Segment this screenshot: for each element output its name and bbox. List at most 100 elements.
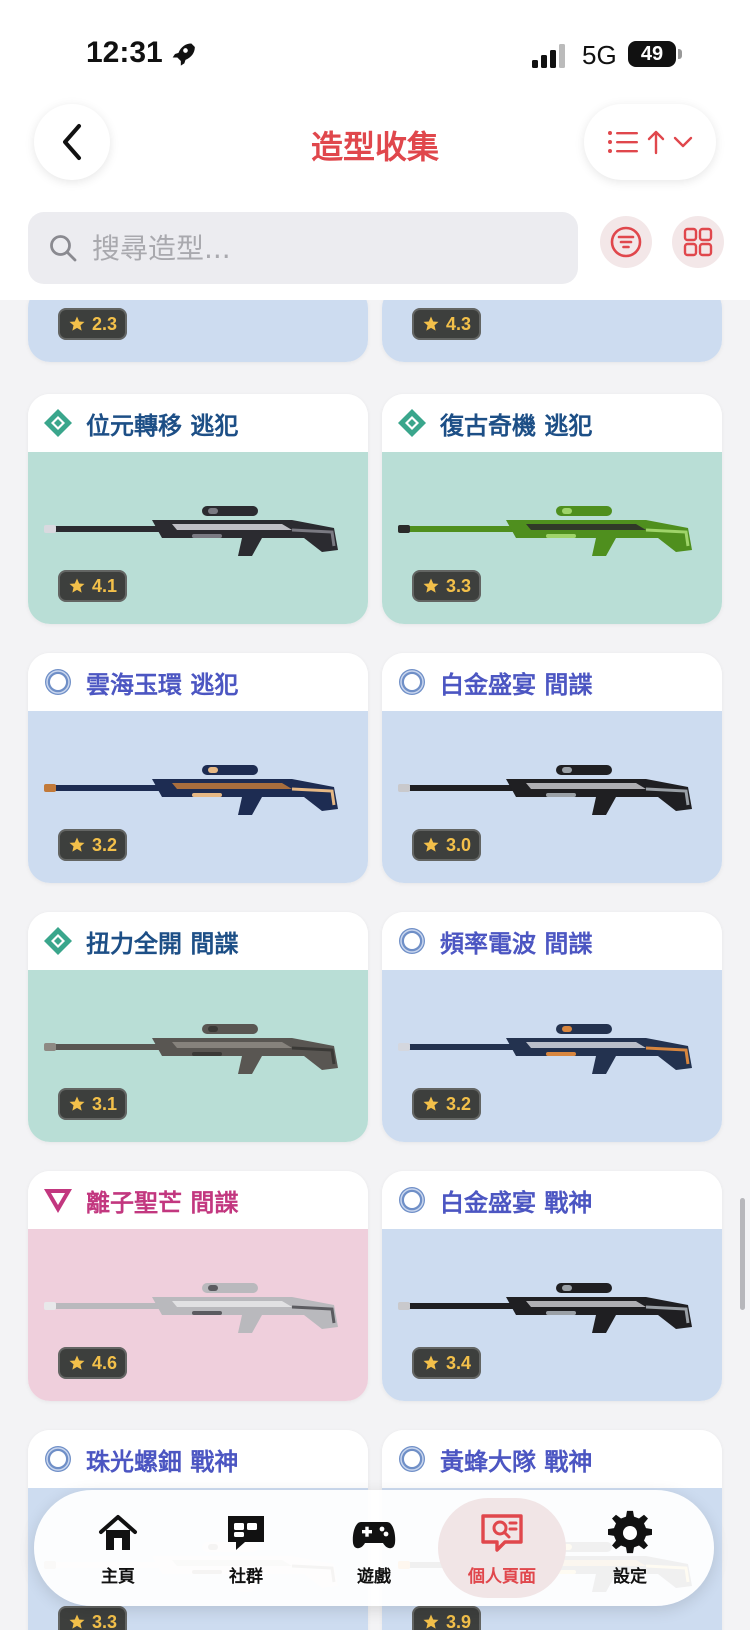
bottom-nav: 主頁 社群 遊戲 個人頁面 設定 <box>34 1490 714 1606</box>
weapon-image <box>44 506 338 556</box>
skin-name: 珠光螺鈿 戰神 <box>86 1447 239 1476</box>
chat-icon <box>228 1515 264 1550</box>
star-icon <box>423 1355 439 1370</box>
battery-tip <box>678 49 682 59</box>
filter-button[interactable] <box>600 216 652 268</box>
rating-badge: 3.9 <box>412 1606 482 1630</box>
star-icon <box>69 1355 85 1370</box>
rating-value: 4.1 <box>92 575 118 596</box>
star-icon <box>423 1614 439 1629</box>
card-image-area: 3.4 <box>382 1229 722 1401</box>
weapon-image <box>44 1024 338 1074</box>
gear-icon <box>608 1510 652 1553</box>
weapon-image <box>398 1024 692 1074</box>
card-header: 雲海玉環 逃犯 <box>28 653 368 711</box>
teal-diamond-icon <box>44 409 72 437</box>
status-time: 12:31 <box>86 36 163 69</box>
rating-value: 3.0 <box>446 834 472 855</box>
card-image-area: 3.2 <box>382 970 722 1142</box>
skin-card[interactable]: 離子聖芒 間諜 4.6 <box>28 1171 368 1401</box>
card-header: 復古奇機 逃犯 <box>382 394 722 452</box>
filter-icon <box>610 226 642 258</box>
card-header: 離子聖芒 間諜 <box>28 1171 368 1229</box>
rating-value: 3.1 <box>92 1093 118 1114</box>
nav-item-gear[interactable]: 設定 <box>566 1498 694 1598</box>
star-icon <box>69 316 85 331</box>
signal-icon <box>532 44 565 68</box>
nav-label: 主頁 <box>101 1566 135 1587</box>
card-header: 頻率電波 間諜 <box>382 912 722 970</box>
skin-name: 扭力全開 間諜 <box>86 929 239 958</box>
rating-badge: 4.1 <box>58 570 128 602</box>
sort-button[interactable] <box>584 104 716 180</box>
card-header: 白金盛宴 間諜 <box>382 653 722 711</box>
weapon-image <box>398 506 692 556</box>
star-icon <box>69 1614 85 1629</box>
skin-card[interactable]: 頻率電波 間諜 3.2 <box>382 912 722 1142</box>
skin-name: 雲海玉環 逃犯 <box>86 670 239 699</box>
weapon-image <box>44 765 338 815</box>
rating-badge: 4.3 <box>412 308 482 340</box>
card-image-area: 3.3 <box>382 452 722 624</box>
rating-badge: 3.1 <box>58 1088 128 1120</box>
skin-name: 離子聖芒 間諜 <box>86 1188 239 1217</box>
rating-badge: 3.4 <box>412 1347 482 1379</box>
page-header: 造型收集 <box>0 100 750 300</box>
list-icon <box>608 131 638 153</box>
star-icon <box>423 837 439 852</box>
rating-value: 3.2 <box>92 834 118 855</box>
nav-item-profile-search[interactable]: 個人頁面 <box>438 1498 566 1598</box>
rating-value: 4.6 <box>92 1352 118 1373</box>
card-image-area: 3.2 <box>28 711 368 883</box>
nav-item-gamepad[interactable]: 遊戲 <box>310 1498 438 1598</box>
grid-icon <box>683 227 713 257</box>
rating-badge: 3.2 <box>58 829 128 861</box>
skin-grid[interactable]: 2.3 4.3 位元轉移 逃犯 4.1 復古奇機 逃犯 3.3 雲海玉環 逃犯 3.2 白金盛宴… <box>0 300 750 1630</box>
rating-badge: 4.6 <box>58 1347 128 1379</box>
rating-badge: 3.0 <box>412 829 482 861</box>
star-icon <box>423 316 439 331</box>
teal-diamond-icon <box>398 409 426 437</box>
search-icon <box>50 235 77 262</box>
rating-value: 3.3 <box>446 575 472 596</box>
nav-label: 設定 <box>613 1566 647 1587</box>
weapon-image <box>44 1283 338 1333</box>
star-icon <box>69 578 85 593</box>
card-image-area: 2.3 <box>28 300 368 362</box>
card-header: 珠光螺鈿 戰神 <box>28 1430 368 1488</box>
skin-name: 白金盛宴 間諜 <box>440 670 593 699</box>
blue-ring-icon <box>399 1446 425 1472</box>
rating-value: 2.3 <box>92 313 118 334</box>
skin-name: 復古奇機 逃犯 <box>440 411 593 440</box>
nav-label: 個人頁面 <box>468 1566 536 1587</box>
nav-item-chat[interactable]: 社群 <box>182 1498 310 1598</box>
skin-card[interactable]: 白金盛宴 間諜 3.0 <box>382 653 722 883</box>
grid-view-button[interactable] <box>672 216 724 268</box>
star-icon <box>423 578 439 593</box>
nav-label: 遊戲 <box>357 1566 391 1587</box>
rating-badge: 3.3 <box>412 570 482 602</box>
arrow-up-icon <box>647 130 665 155</box>
skin-card[interactable]: 扭力全開 間諜 3.1 <box>28 912 368 1142</box>
rocket-icon <box>172 43 195 66</box>
skin-card[interactable]: 復古奇機 逃犯 3.3 <box>382 394 722 624</box>
rating-badge: 2.3 <box>58 308 128 340</box>
rating-value: 3.3 <box>92 1611 118 1630</box>
card-header: 白金盛宴 戰神 <box>382 1171 722 1229</box>
card-image-area: 4.6 <box>28 1229 368 1401</box>
weapon-image <box>398 765 692 815</box>
teal-diamond-icon <box>44 927 72 955</box>
skin-card[interactable]: 2.3 <box>28 300 368 362</box>
skin-name: 白金盛宴 戰神 <box>440 1188 593 1217</box>
nav-item-home[interactable]: 主頁 <box>54 1498 182 1598</box>
skin-card[interactable]: 位元轉移 逃犯 4.1 <box>28 394 368 624</box>
skin-card[interactable]: 4.3 <box>382 300 722 362</box>
pink-triangle-icon <box>44 1189 72 1213</box>
search-input[interactable] <box>92 231 532 265</box>
chevron-down-icon <box>673 136 693 148</box>
skin-card[interactable]: 白金盛宴 戰神 3.4 <box>382 1171 722 1401</box>
scrollbar[interactable] <box>740 1198 745 1310</box>
rating-value: 3.4 <box>446 1352 472 1373</box>
skin-card[interactable]: 雲海玉環 逃犯 3.2 <box>28 653 368 883</box>
rating-value: 4.3 <box>446 313 472 334</box>
